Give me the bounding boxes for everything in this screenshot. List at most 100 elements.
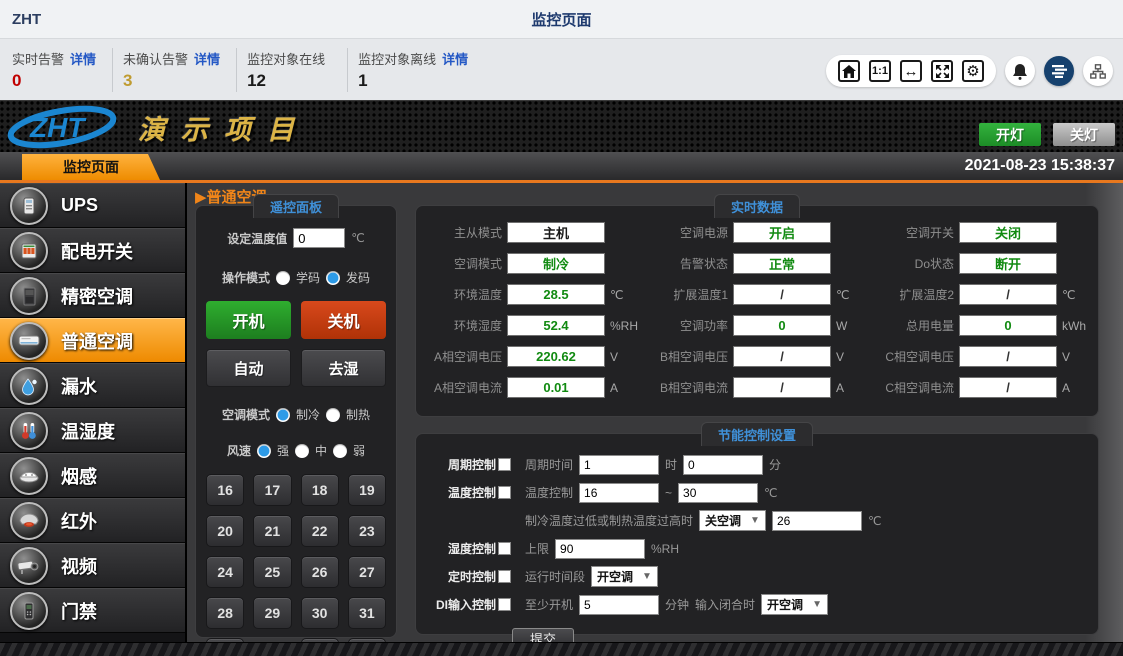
stats-bar: 实时告警详情 0 未确认告警详情 3 监控对象在线 12 监控对象离线详情 1 … xyxy=(0,38,1123,100)
field-ext-temp2: 扩展温度2/℃ xyxy=(868,284,1094,305)
temp-button[interactable]: 17 xyxy=(253,474,291,506)
field-value: 关闭 xyxy=(959,222,1057,243)
power-on-button[interactable]: 开机 xyxy=(206,301,291,339)
dehumidify-button[interactable]: 去湿 xyxy=(301,349,386,387)
di-action-select[interactable]: 开空调▼ xyxy=(761,594,828,615)
overshoot-temp-input[interactable] xyxy=(772,511,862,531)
field-env-humidity: 环境湿度52.4%RH xyxy=(416,315,642,336)
schedule-control-checkbox[interactable] xyxy=(498,570,511,583)
detail-link[interactable]: 详情 xyxy=(194,52,220,67)
sidebar-item-power-switch[interactable]: 配电开关 xyxy=(0,228,185,273)
di-min-on-input[interactable] xyxy=(579,595,659,615)
stat-unconfirmed-alarms: 未确认告警详情 3 xyxy=(113,48,237,92)
di-input-control-row: DI输入控制 至少开机 分钟 输入闭合时 开空调▼ xyxy=(416,594,1098,615)
field-voltage-b: B相空调电压/V xyxy=(642,346,868,367)
device-sidebar: UPS 配电开关 精密空调 普通空调 漏水 温湿度 烟感 红外 xyxy=(0,183,187,642)
main-area: ▶普通空调 遥控面板 设定温度值 ℃ 操作模式 学码 发码 开机 关机 自动 xyxy=(187,183,1123,642)
cycle-hour-input[interactable] xyxy=(579,455,659,475)
one-to-one-icon[interactable]: 1:1 xyxy=(869,60,891,82)
field-value: / xyxy=(959,284,1057,305)
sidebar-item-ups[interactable]: UPS xyxy=(0,183,185,228)
precision-ac-icon xyxy=(10,277,48,315)
sidebar-item-video[interactable]: 视频 xyxy=(0,543,185,588)
temp-button[interactable]: 20 xyxy=(206,515,244,547)
temp-button[interactable]: 30 xyxy=(301,597,339,629)
humidity-control-row: 湿度控制 上限 %RH xyxy=(416,538,1098,559)
overshoot-action-select[interactable]: 关空调▼ xyxy=(699,510,766,531)
alarm-list-icon[interactable] xyxy=(1044,56,1074,86)
temp-plus-button[interactable]: + xyxy=(301,638,339,642)
sidebar-item-water-leak[interactable]: 漏水 xyxy=(0,363,185,408)
light-on-button[interactable]: 开灯 xyxy=(979,123,1041,146)
temp-button[interactable]: 29 xyxy=(253,597,291,629)
radio-learn-code[interactable] xyxy=(276,271,290,285)
stat-objects-offline: 监控对象离线详情 1 xyxy=(348,48,484,92)
radio-fan-high[interactable] xyxy=(257,444,271,458)
light-off-button[interactable]: 关灯 xyxy=(1053,123,1115,146)
temp-button[interactable]: 23 xyxy=(348,515,386,547)
sidebar-item-temp-humidity[interactable]: 温湿度 xyxy=(0,408,185,453)
temp-overshoot-row: 制冷温度过低或制热温度过高时 关空调▼ ℃ xyxy=(525,510,1098,531)
temp-button[interactable]: 22 xyxy=(301,515,339,547)
temp-button[interactable]: 27 xyxy=(348,556,386,588)
cycle-control-checkbox[interactable] xyxy=(498,458,511,471)
temp-button[interactable]: 28 xyxy=(206,597,244,629)
sidebar-item-ac[interactable]: 普通空调 xyxy=(0,318,185,363)
di-control-checkbox[interactable] xyxy=(498,598,511,611)
detail-link[interactable]: 详情 xyxy=(442,52,468,67)
field-current-a: A相空调电流0.01A xyxy=(416,377,642,398)
cycle-control-row: 周期控制 周期时间 时 分 xyxy=(416,454,1098,475)
sidebar-item-door-access[interactable]: 门禁 xyxy=(0,588,185,633)
radio-cooling[interactable] xyxy=(276,408,290,422)
topology-icon[interactable] xyxy=(1083,56,1113,86)
radio-send-code[interactable] xyxy=(326,271,340,285)
humidity-limit-input[interactable] xyxy=(555,539,645,559)
field-ext-temp1: 扩展温度1/℃ xyxy=(642,284,868,305)
temp-button[interactable]: 21 xyxy=(253,515,291,547)
temp-button[interactable]: 26 xyxy=(301,556,339,588)
radio-fan-low[interactable] xyxy=(333,444,347,458)
auto-button[interactable]: 自动 xyxy=(206,349,291,387)
humidity-control-checkbox[interactable] xyxy=(498,542,511,555)
temp-button[interactable]: 25 xyxy=(253,556,291,588)
temp-button[interactable]: 24 xyxy=(206,556,244,588)
field-value: 开启 xyxy=(733,222,831,243)
realtime-data-panel: 实时数据 主从模式主机 空调电源开启 空调开关关闭 空调模式制冷 告警状态正常 … xyxy=(415,205,1099,417)
sidebar-item-infrared[interactable]: 红外 xyxy=(0,498,185,543)
temp-button[interactable]: 19 xyxy=(348,474,386,506)
temp-button[interactable]: 31 xyxy=(348,597,386,629)
home-icon[interactable] xyxy=(838,60,860,82)
field-value: / xyxy=(959,377,1057,398)
tab-monitor-page[interactable]: 监控页面 xyxy=(22,154,160,180)
schedule-action-select[interactable]: 开空调▼ xyxy=(591,566,658,587)
field-ac-switch: 空调开关关闭 xyxy=(868,222,1094,243)
sidebar-item-smoke[interactable]: 烟感 xyxy=(0,453,185,498)
fit-width-icon[interactable]: ↔ xyxy=(900,60,922,82)
temp-button[interactable]: 16 xyxy=(206,474,244,506)
radio-fan-mid[interactable] xyxy=(295,444,309,458)
temp-button[interactable]: 32 xyxy=(206,638,244,642)
detail-link[interactable]: 详情 xyxy=(70,52,96,67)
field-value: 0 xyxy=(959,315,1057,336)
zoom-toolbar: 1:1 ↔ ⚙ xyxy=(826,55,996,87)
field-value: 主机 xyxy=(507,222,605,243)
fullscreen-icon[interactable] xyxy=(931,60,953,82)
power-off-button[interactable]: 关机 xyxy=(301,301,386,339)
door-access-icon xyxy=(10,592,48,630)
gear-icon[interactable]: ⚙ xyxy=(962,60,984,82)
submit-button[interactable]: 提交 xyxy=(512,628,574,642)
remote-control-panel: 遥控面板 设定温度值 ℃ 操作模式 学码 发码 开机 关机 自动 去湿 xyxy=(195,205,397,638)
field-value: / xyxy=(733,377,831,398)
smoke-detector-icon xyxy=(10,457,48,495)
set-temp-label: 设定温度值 xyxy=(227,230,287,247)
temp-control-checkbox[interactable] xyxy=(498,486,511,499)
radio-heating[interactable] xyxy=(326,408,340,422)
cycle-minute-input[interactable] xyxy=(683,455,763,475)
sidebar-item-precision-ac[interactable]: 精密空调 xyxy=(0,273,185,318)
temp-button[interactable]: 18 xyxy=(301,474,339,506)
bell-icon[interactable] xyxy=(1005,56,1035,86)
temp-minus-button[interactable]: - xyxy=(348,638,386,642)
temp-min-input[interactable] xyxy=(579,483,659,503)
temp-max-input[interactable] xyxy=(678,483,758,503)
set-temp-input[interactable] xyxy=(293,228,345,248)
